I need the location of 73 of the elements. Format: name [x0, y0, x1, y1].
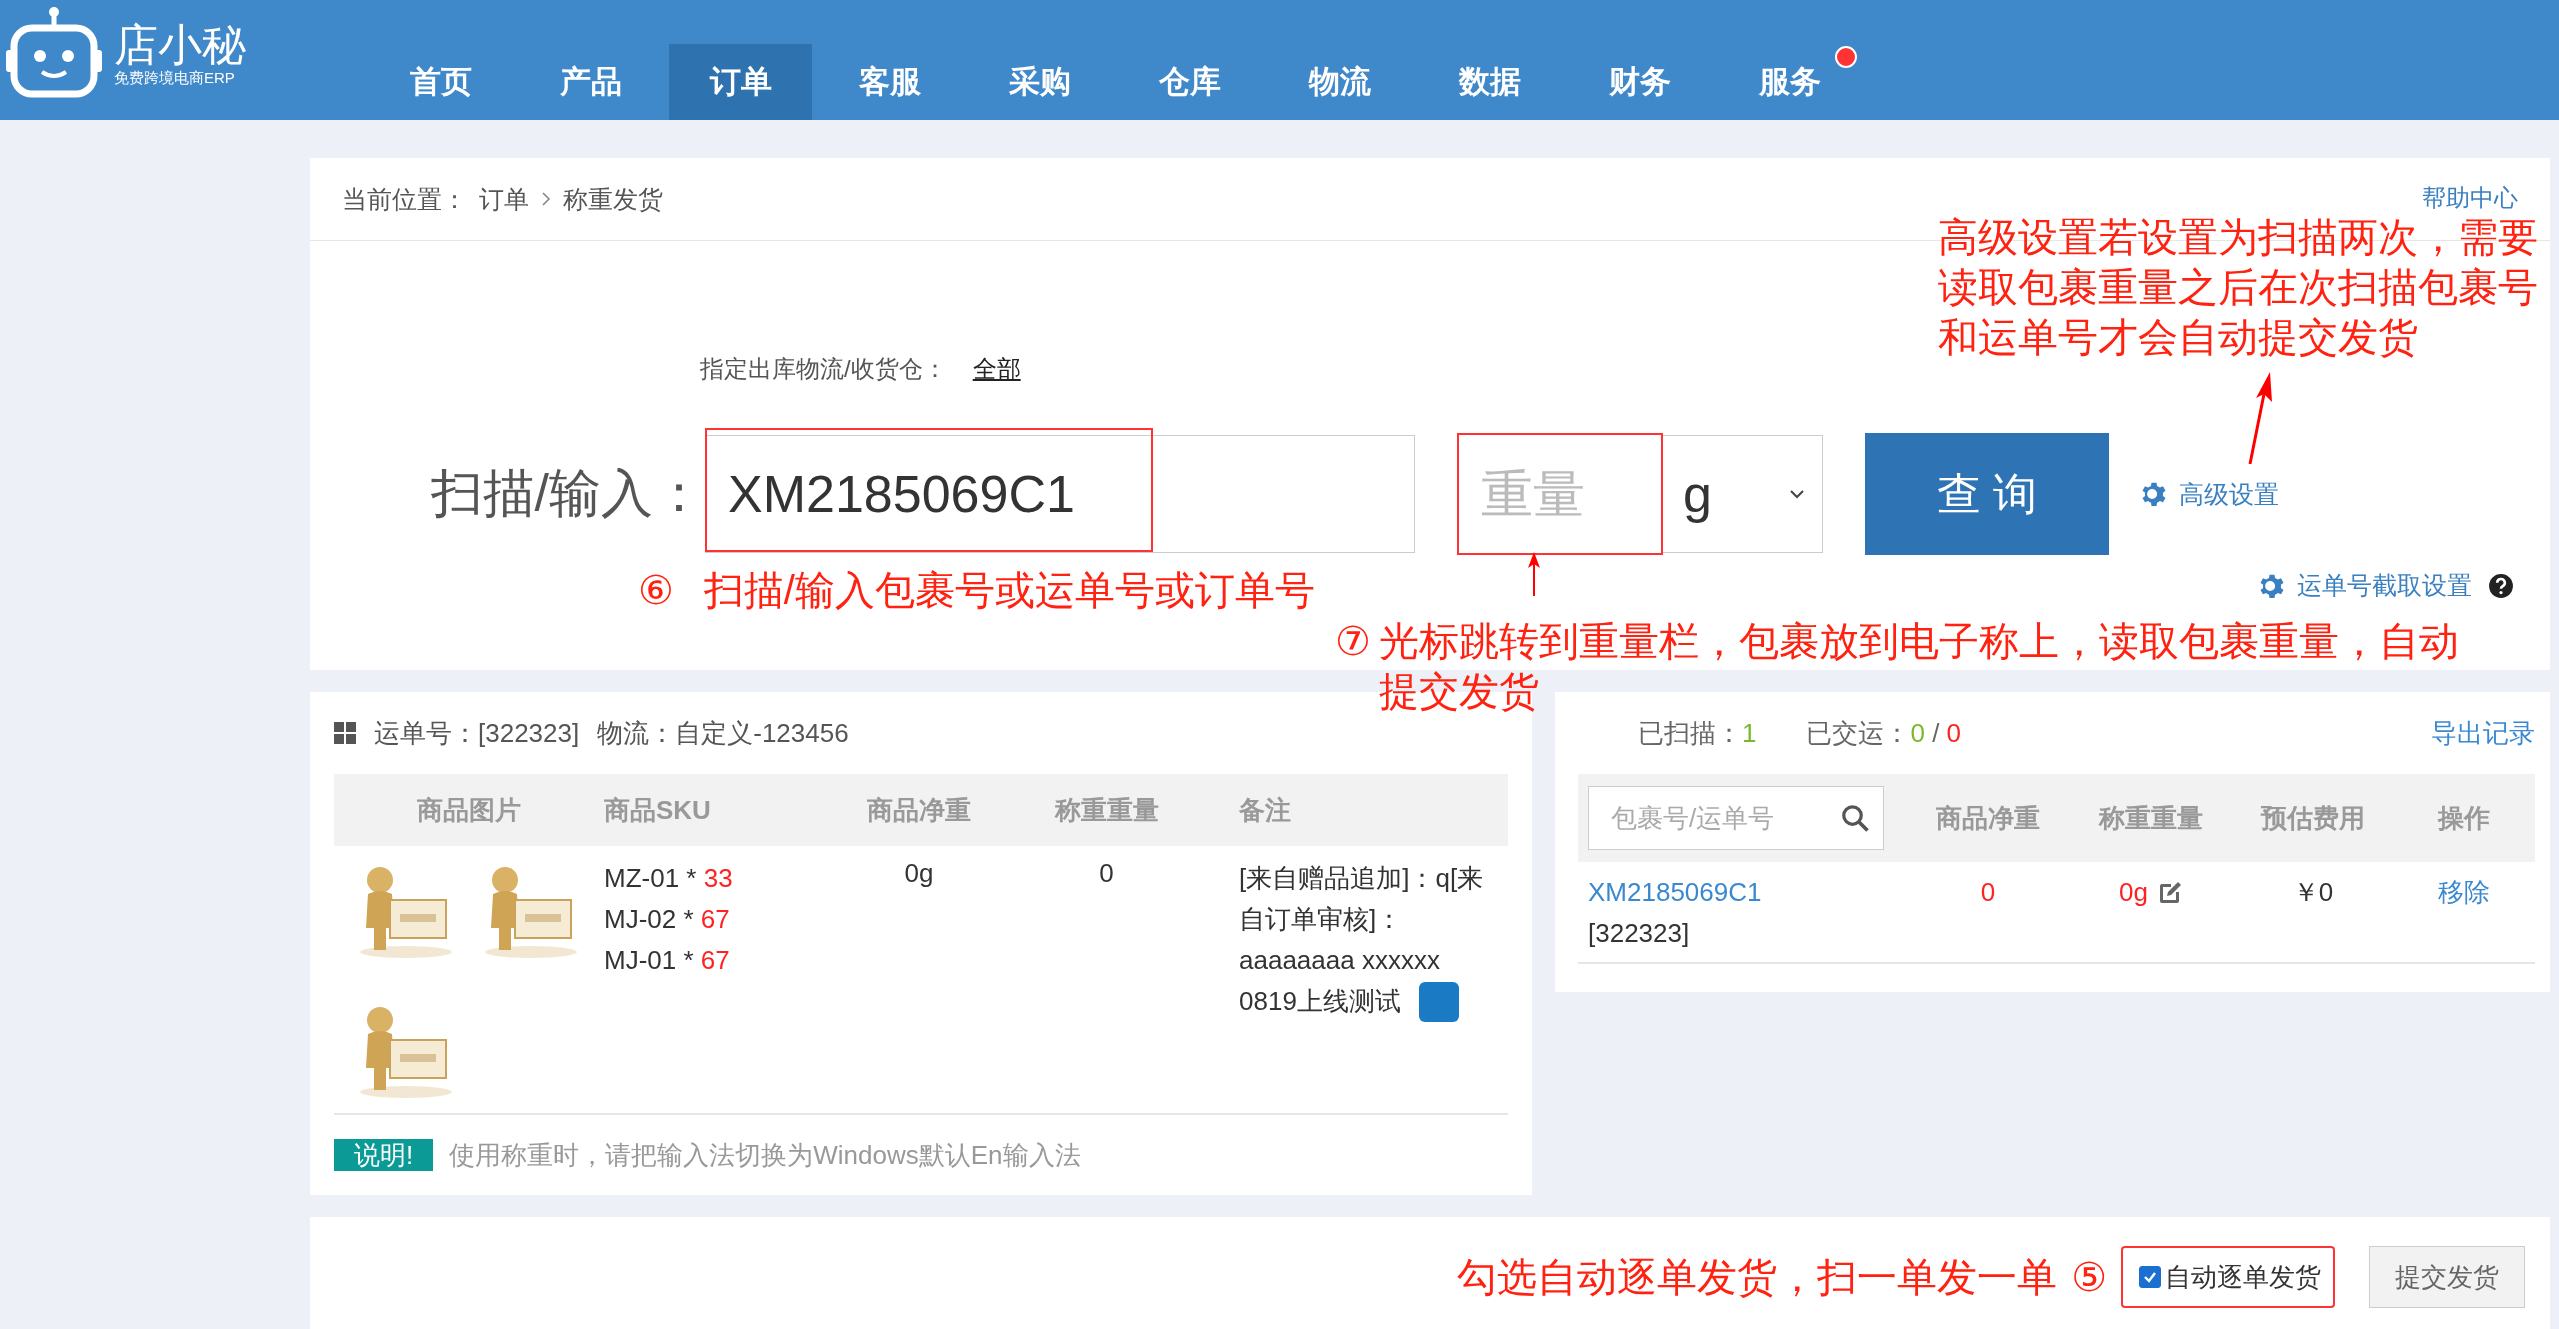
package-number-link[interactable]: XM2185069C1 [1588, 872, 1908, 913]
column-header: 商品图片 [416, 793, 522, 827]
logo-name: 店小秘 [114, 20, 246, 69]
column-header: 商品净重 [866, 793, 972, 827]
sku-line: MJ-01 * 67 [604, 944, 731, 977]
warehouse-link[interactable]: 全部 [972, 353, 1021, 385]
nav-tab[interactable]: 财务 [1565, 44, 1715, 120]
tag-square-icon [1418, 981, 1459, 1022]
notice-text: 使用称重时，请把输入法切换为Windows默认En输入法 [449, 1138, 1081, 1172]
column-header: 预估费用 [2259, 801, 2366, 835]
nav-tab[interactable]: 采购 [965, 44, 1115, 120]
checkbox[interactable] [2139, 1266, 2161, 1288]
breadcrumb-item[interactable]: 订单 [479, 182, 529, 216]
column-header: 备注 [1238, 793, 1292, 827]
nav-tab[interactable]: 仓库 [1115, 44, 1265, 120]
remove-link[interactable]: 移除 [2393, 872, 2535, 954]
column-header: 商品SKU [604, 793, 712, 827]
advanced-settings-link[interactable]: 高级设置 [2139, 477, 2279, 511]
help-link[interactable]: 帮助中心 [2422, 182, 2518, 214]
notice-badge: 说明! [334, 1139, 434, 1171]
column-header: 称重重量 [1053, 793, 1160, 827]
annotation-text: 光标跳转到重量栏，包裹放到电子称上，读取包裹重量，自动提交发货 [1378, 618, 2460, 715]
nav-tab[interactable]: 客服 [815, 44, 965, 120]
cutoff-settings-link[interactable]: 运单号截取设置 [2257, 569, 2472, 602]
step-marker: ⑥ [638, 567, 674, 614]
nav-tab[interactable]: 服务 [1715, 44, 1865, 120]
auto-ship-checkbox[interactable]: 自动逐单发货 [2121, 1246, 2335, 1308]
submit-button[interactable]: 提交发货 [2369, 1246, 2525, 1308]
weight-input[interactable]: 重量 [1457, 433, 1663, 555]
weighed-weight: 0g [2119, 876, 2148, 909]
net-weight: 0g [903, 858, 935, 890]
weighed-weight: 0 [1098, 858, 1115, 890]
scan-label: 扫描/输入： [429, 463, 705, 524]
note-tag: 0819上线测试 [1239, 981, 1401, 1022]
column-header: 操作 [2436, 801, 2491, 835]
annotation-text: 高级设置若设置为扫描两次，需要读取包裹重量之后在次扫描包裹号和运单号才会自动提交发货 [1938, 214, 2539, 361]
nav-tab[interactable]: 数据 [1415, 44, 1565, 120]
column-header: 称重重量 [2097, 801, 2204, 835]
breadcrumb-item: 称重发货 [563, 183, 663, 215]
scan-input[interactable]: XM2185069C1 [705, 435, 1415, 553]
step-marker: ⑤ [2071, 1254, 2107, 1301]
unit-select[interactable]: g [1663, 435, 1823, 553]
column-header: 商品净重 [1935, 801, 2041, 835]
annotation-text: 勾选自动逐单发货，扫一单发一单 [1457, 1254, 2058, 1301]
grid-icon [334, 722, 356, 744]
breadcrumb-label: 当前位置： [342, 183, 467, 215]
nav-tab[interactable]: 首页 [366, 44, 516, 120]
nav-tab[interactable]: 物流 [1265, 44, 1415, 120]
search-icon[interactable] [1840, 803, 1870, 833]
nav-tab[interactable]: 订单 [669, 44, 812, 120]
estimated-fee: ￥0 [2291, 876, 2335, 909]
annotation-text: 扫描/输入包裹号或运单号或订单号 [703, 567, 1315, 614]
nav-tab[interactable]: 产品 [516, 44, 666, 120]
export-link[interactable]: 导出记录 [2431, 715, 2535, 751]
search-field[interactable]: 包裹号/运单号 [1588, 786, 1884, 850]
sku-line: MJ-02 * 67 [604, 903, 731, 936]
caret-icon [1790, 489, 1804, 499]
scanned-count: 已扫描：1 [1638, 716, 1757, 750]
arrow [1526, 552, 1542, 596]
query-button[interactable]: 查 询 [1865, 433, 2109, 555]
warehouse-label: 指定出库物流/收货仓： [700, 354, 947, 384]
help-icon[interactable] [2488, 572, 2514, 599]
logo-tagline: 免费跨境电商ERP [114, 68, 236, 88]
step-marker: ⑦ [1335, 618, 1371, 665]
shipped-count: 已交运：0 / 0 [1806, 716, 1962, 750]
net-weight: 0 [1979, 876, 1997, 909]
logistics-name: 物流：自定义-123456 [597, 716, 849, 750]
waybill-number: [322323] [1588, 917, 1691, 950]
edit-icon[interactable] [2157, 880, 2182, 905]
sku-line: MZ-01 * 33 [604, 862, 734, 895]
note-text: [来自赠品追加]：q[来自订单审核]：aaaaaaaa xxxxxx [1239, 863, 1484, 975]
chevron-icon [541, 191, 551, 207]
waybill-number: 运单号：[322323] [374, 716, 580, 750]
